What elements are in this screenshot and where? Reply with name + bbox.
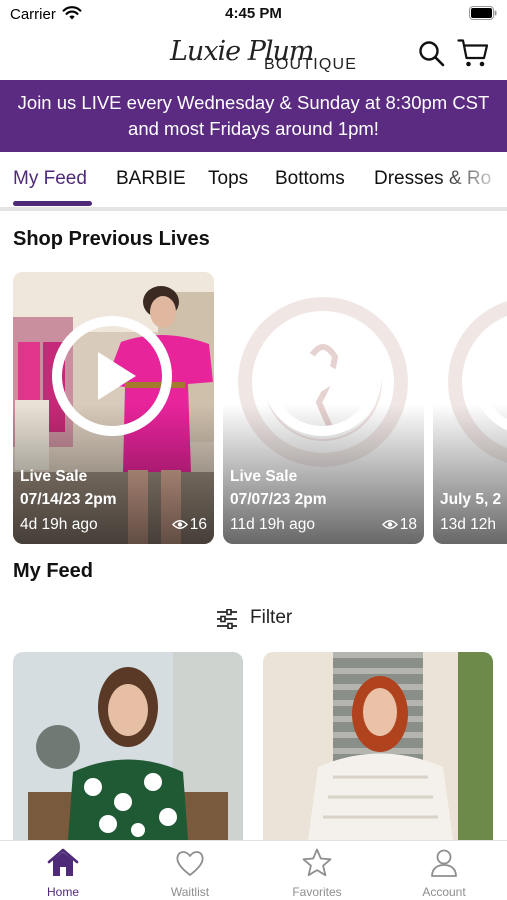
nav-favorites[interactable]: Favorites [254, 841, 380, 900]
play-icon[interactable] [260, 314, 384, 438]
tab-tops[interactable]: Tops [208, 168, 248, 190]
status-bar: Carrier 4:45 PM [0, 0, 507, 30]
tab-my-feed[interactable]: My Feed [13, 168, 87, 190]
previous-lives-title: Shop Previous Lives [13, 228, 210, 250]
live-card-view-count: 18 [399, 516, 417, 533]
nav-waitlist-label: Waitlist [170, 885, 210, 899]
heart-icon [176, 851, 204, 876]
brand-logo[interactable]: Luxie Plum BOUTIQUE [170, 34, 360, 76]
live-card[interactable]: July 5, 2 13d 12h [433, 272, 507, 544]
banner-line-2: and most Fridays around 1pm! [128, 118, 379, 139]
tabs-fade-overlay [437, 152, 507, 208]
live-card[interactable]: Live Sale 07/14/23 2pm 4d 19h ago 16 [13, 272, 214, 544]
play-icon[interactable] [470, 314, 507, 438]
live-card-ago: 11d 19h ago [230, 516, 316, 533]
banner-line-1: Join us LIVE every Wednesday & Sunday at… [17, 92, 490, 113]
live-card-date: July 5, 2 [440, 491, 502, 508]
live-schedule-banner: Join us LIVE every Wednesday & Sunday at… [0, 80, 507, 152]
search-icon[interactable] [418, 40, 445, 67]
bottom-tab-bar: Home Waitlist Favorites Account [0, 840, 507, 900]
filter-label: Filter [250, 607, 293, 628]
product-card[interactable] [13, 652, 243, 840]
app-header: Luxie Plum BOUTIQUE [0, 30, 507, 80]
nav-home[interactable]: Home [0, 841, 126, 900]
live-card-view-count: 16 [189, 516, 207, 533]
live-card-date: 07/14/23 2pm [20, 491, 117, 508]
live-card-ago: 13d 12h [440, 516, 497, 533]
eye-icon [381, 520, 398, 530]
product-card[interactable] [263, 652, 493, 840]
tabs-divider [0, 207, 507, 211]
nav-favorites-label: Favorites [292, 885, 342, 899]
live-card-date: 07/07/23 2pm [230, 491, 327, 508]
feed-title: My Feed [13, 560, 94, 582]
nav-home-label: Home [46, 885, 79, 899]
live-card-views: 18 [381, 516, 417, 534]
nav-account[interactable]: Account [381, 841, 507, 900]
category-tabs: My Feed BARBIE Tops Bottoms Dresses & Ro [0, 152, 507, 208]
live-card-label: Live Sale [230, 468, 298, 485]
eye-icon [171, 520, 188, 530]
product-image [13, 652, 243, 840]
home-icon [47, 848, 79, 876]
live-card[interactable]: Live Sale 07/07/23 2pm 11d 19h ago 18 [223, 272, 424, 544]
play-icon[interactable] [50, 314, 174, 438]
sliders-icon [217, 609, 237, 629]
live-card-label: Live Sale [20, 468, 88, 485]
live-card-ago: 4d 19h ago [20, 516, 98, 533]
active-tab-indicator [13, 201, 92, 206]
live-card-views: 16 [171, 516, 207, 534]
product-image [263, 652, 493, 840]
battery-icon [469, 6, 497, 20]
cart-icon[interactable] [457, 38, 489, 68]
tab-bottoms[interactable]: Bottoms [275, 168, 345, 190]
logo-boutique-text: BOUTIQUE [264, 56, 358, 73]
star-icon [302, 848, 332, 877]
nav-waitlist[interactable]: Waitlist [127, 841, 253, 900]
status-time: 4:45 PM [225, 5, 282, 22]
nav-account-label: Account [422, 885, 466, 899]
tab-barbie[interactable]: BARBIE [116, 168, 186, 190]
person-icon [431, 849, 457, 877]
